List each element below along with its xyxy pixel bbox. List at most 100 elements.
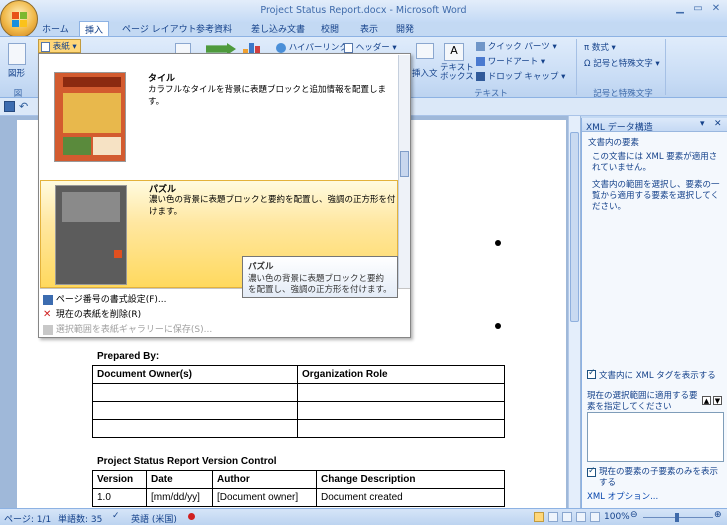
- table-cell[interactable]: [297, 419, 505, 438]
- tab-home[interactable]: ホーム: [42, 22, 69, 36]
- quick-parts-button[interactable]: クイック パーツ ▾: [476, 40, 557, 52]
- table-header-cell: Version: [92, 470, 147, 489]
- shapes-button[interactable]: 図形: [8, 67, 25, 79]
- hyperlink-button[interactable]: ハイパーリンク: [276, 41, 348, 53]
- zoom-slider-thumb[interactable]: [675, 513, 679, 522]
- quick-parts-label: クイック パーツ: [487, 42, 550, 52]
- table-cell[interactable]: [Document owner]: [212, 488, 317, 507]
- header-button[interactable]: ヘッダー ▾: [344, 41, 397, 53]
- arrow-down-icon[interactable]: ▼: [713, 396, 722, 405]
- menu-item-label: ページ番号の書式設定(F)...: [55, 295, 167, 305]
- prepared-by-heading: Prepared By:: [97, 351, 160, 362]
- wordart-label: ワードアート: [487, 57, 539, 67]
- vertical-scrollbar[interactable]: [568, 116, 580, 508]
- tab-view[interactable]: 表示: [360, 22, 378, 36]
- table-cell[interactable]: [297, 383, 505, 402]
- dropcap-button[interactable]: ドロップ キャップ ▾: [476, 70, 565, 82]
- gallery-scrollbar[interactable]: [398, 55, 410, 288]
- undo-icon[interactable]: ↶: [19, 100, 28, 113]
- chevron-down-icon: ▾: [655, 59, 660, 69]
- close-button[interactable]: ✕: [708, 3, 724, 17]
- web-layout-icon[interactable]: [562, 512, 572, 522]
- chevron-down-icon: ▾: [552, 42, 557, 52]
- tab-review[interactable]: 校閲: [321, 22, 339, 36]
- scroll-thumb[interactable]: [570, 132, 579, 322]
- table-cell[interactable]: [92, 401, 298, 420]
- tab-page-layout[interactable]: ページ レイアウト: [122, 22, 197, 36]
- equation-button[interactable]: π 数式 ▾: [584, 41, 616, 53]
- arrow-up-icon[interactable]: ▲: [702, 396, 711, 405]
- window-title: Project Status Report.docx - Microsoft W…: [260, 5, 467, 16]
- language-indicator[interactable]: 英語 (米国): [131, 512, 177, 525]
- zoom-level[interactable]: 100%: [604, 512, 630, 522]
- zoom-out-icon[interactable]: ⊖: [630, 510, 638, 520]
- maximize-button[interactable]: ▭: [690, 3, 706, 17]
- outline-icon[interactable]: [576, 512, 586, 522]
- tab-developer[interactable]: 開発: [396, 22, 414, 36]
- minimize-button[interactable]: ▁: [672, 3, 688, 17]
- cover-page-button[interactable]: 表紙 ▾: [38, 39, 81, 53]
- save-icon[interactable]: [4, 101, 15, 112]
- table-cell[interactable]: [92, 383, 298, 402]
- table-cell[interactable]: 1.0: [92, 488, 147, 507]
- pi-icon: π: [584, 43, 590, 53]
- close-icon[interactable]: ✕: [714, 119, 722, 129]
- header-label: ヘッダー: [355, 43, 390, 53]
- page-indicator[interactable]: ページ: 1/1: [4, 512, 51, 525]
- tab-insert[interactable]: 挿入: [79, 21, 109, 37]
- tile-thumbnail: [54, 72, 126, 162]
- quick-parts-icon: [476, 42, 485, 51]
- header-icon: [344, 42, 353, 53]
- word-count[interactable]: 単語数: 35: [58, 512, 102, 525]
- shapes-icon: [8, 43, 26, 65]
- full-screen-reading-icon[interactable]: [548, 512, 558, 522]
- chevron-down-icon: ▾: [611, 43, 616, 53]
- wordart-button[interactable]: ワードアート ▾: [476, 55, 545, 67]
- xml-pane-header: XML データ構造 ▾ ✕: [582, 118, 727, 133]
- proofing-icon[interactable]: ✓: [112, 511, 120, 521]
- dropcap-label: ドロップ キャップ: [487, 72, 559, 82]
- equation-label: 数式: [591, 43, 609, 53]
- chevron-down-icon: ▾: [392, 43, 397, 53]
- xml-options-link[interactable]: XML オプション...: [587, 490, 658, 502]
- page-number-icon: [43, 294, 53, 305]
- draft-icon[interactable]: [590, 512, 600, 522]
- tooltip-title: パズル: [248, 262, 274, 272]
- elements-label: 文書内の要素: [588, 138, 640, 148]
- table-header-cell: Change Description: [316, 470, 505, 489]
- tab-references[interactable]: 参考資料: [196, 22, 232, 36]
- table-row: 1.0 [mm/dd/yy] [Document owner] Document…: [92, 488, 505, 507]
- table-cell[interactable]: [297, 401, 505, 420]
- menu-item-format-page-number[interactable]: ページ番号の書式設定(F)...: [43, 292, 166, 305]
- gallery-tooltip: パズル 濃い色の背景に表題ブロックと要約を配置し、強調の正方形を付けます。: [242, 256, 398, 298]
- table-cell[interactable]: [mm/dd/yy]: [146, 488, 213, 507]
- save-to-gallery-icon: [43, 324, 53, 335]
- hyperlink-label: ハイパーリンク: [288, 43, 348, 53]
- zoom-in-icon[interactable]: ⊕: [714, 510, 722, 520]
- symbol-button[interactable]: Ω 記号と特殊文字 ▾: [584, 57, 660, 69]
- table-cell[interactable]: Document created: [316, 488, 505, 507]
- gallery-item-tile[interactable]: タイル カラフルなタイルを背景に表題ブロックと追加情報を配置します。: [40, 55, 398, 180]
- chevron-down-icon: ▾: [561, 72, 566, 82]
- table-cell[interactable]: [92, 419, 298, 438]
- instruction-text: 文書内の範囲を選択し、要素の一覧から適用する要素を選択してください。: [592, 180, 720, 212]
- globe-icon: [276, 42, 286, 53]
- child-only-checkbox[interactable]: [587, 466, 596, 477]
- show-tags-checkbox[interactable]: [587, 368, 596, 379]
- tooltip-desc: 濃い色の背景に表題ブロックと要約を配置し、強調の正方形を付けます。: [248, 274, 392, 295]
- menu-item-remove-cover[interactable]: ✕ 現在の表紙を削除(R): [43, 307, 141, 320]
- insert-text-button[interactable]: 挿入文: [412, 67, 438, 79]
- owner-table[interactable]: Document Owner(s) Organization Role: [92, 365, 505, 438]
- symbol-label: 記号と特殊文字: [593, 59, 653, 69]
- title-bar: Project Status Report.docx - Microsoft W…: [0, 0, 727, 22]
- status-bar: ページ: 1/1 単語数: 35 ✓ 英語 (米国) 100% ⊖ ⊕: [0, 508, 727, 525]
- textbox-button[interactable]: テキスト ボックス: [440, 64, 474, 82]
- tab-mailings[interactable]: 差し込み文書: [251, 22, 305, 36]
- cover-page-label: 表紙: [52, 42, 70, 52]
- macro-record-icon[interactable]: [188, 513, 195, 520]
- element-list[interactable]: [587, 412, 724, 462]
- version-table[interactable]: Version Date Author Change Description 1…: [92, 470, 505, 507]
- chevron-down-icon[interactable]: ▾: [700, 119, 705, 129]
- print-layout-icon[interactable]: [534, 512, 544, 522]
- menu-item-label: 選択範囲を表紙ギャラリーに保存(S)...: [55, 325, 213, 335]
